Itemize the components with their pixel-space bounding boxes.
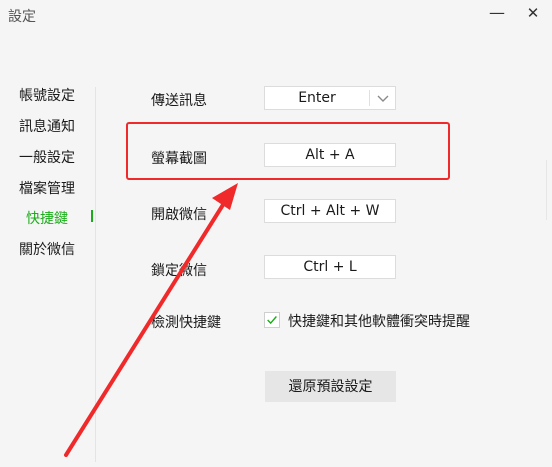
window-title: 設定: [8, 9, 36, 25]
sidebar-item-shortcuts[interactable]: 快捷鍵: [26, 208, 68, 228]
settings-window: 設定 — ✕ 帳號設定 訊息通知 一般設定 檔案管理 快捷鍵 關於微信 傳送訊息…: [0, 0, 552, 467]
checkmark-icon: [267, 316, 277, 325]
sidebar-divider: [95, 87, 96, 462]
highlight-annotation-box: [126, 122, 450, 180]
chevron-down-icon[interactable]: [373, 88, 393, 108]
sidebar-item-general[interactable]: 一般設定: [19, 147, 75, 167]
minimize-button[interactable]: —: [484, 2, 510, 24]
sidebar-item-notifications[interactable]: 訊息通知: [19, 116, 75, 136]
send-key-value: Enter: [298, 90, 336, 106]
select-separator: [369, 90, 370, 106]
scrollbar-edge: [546, 160, 552, 220]
lock-wechat-key-field[interactable]: Ctrl + L: [264, 255, 396, 279]
reset-defaults-button[interactable]: 還原預設設定: [265, 371, 396, 402]
send-message-label: 傳送訊息: [151, 93, 207, 109]
lock-wechat-label: 鎖定微信: [151, 263, 207, 279]
active-indicator: [91, 210, 93, 222]
conflict-reminder-label[interactable]: 快捷鍵和其他軟體衝突時提醒: [288, 311, 470, 331]
send-key-select[interactable]: Enter: [264, 86, 396, 110]
detect-shortcut-label: 檢測快捷鍵: [151, 315, 221, 331]
close-button[interactable]: ✕: [520, 2, 546, 24]
open-wechat-label: 開啟微信: [151, 207, 207, 223]
sidebar-item-files[interactable]: 檔案管理: [19, 178, 75, 198]
open-wechat-key-field[interactable]: Ctrl + Alt + W: [264, 199, 396, 223]
sidebar-item-about[interactable]: 關於微信: [19, 239, 75, 259]
conflict-reminder-checkbox[interactable]: [264, 312, 280, 328]
sidebar-item-account[interactable]: 帳號設定: [19, 85, 75, 105]
